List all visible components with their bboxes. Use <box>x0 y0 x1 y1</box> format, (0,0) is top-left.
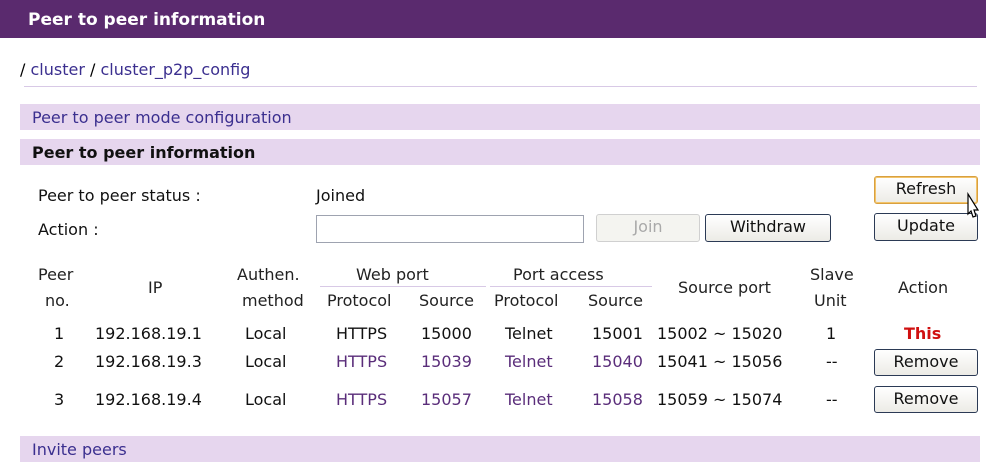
header-port-access-underline <box>490 286 652 287</box>
row1-auth: Local <box>245 324 287 343</box>
header-slave-2: Unit <box>814 291 847 310</box>
mouse-pointer-icon <box>967 192 980 218</box>
row3-web-protocol-link[interactable]: HTTPS <box>336 390 387 409</box>
section-p2p-info-label: Peer to peer information <box>32 143 256 162</box>
join-button[interactable]: Join <box>596 214 700 242</box>
header-action: Action <box>898 278 949 297</box>
row3-ip: 192.168.19.4 <box>95 390 202 409</box>
header-web-source: Source <box>419 291 474 310</box>
page-title: Peer to peer information <box>28 10 266 30</box>
header-ip: IP <box>148 278 163 297</box>
header-peer-no-2: no. <box>45 291 70 310</box>
section-p2p-mode-config[interactable]: Peer to peer mode configuration <box>20 104 980 130</box>
row2-source-port: 15041 ~ 15056 <box>657 352 783 371</box>
action-label: Action : <box>38 220 99 239</box>
row2-web-source-link[interactable]: 15039 <box>421 352 472 371</box>
action-input[interactable] <box>316 215 584 243</box>
row3-peer-no: 3 <box>54 390 65 409</box>
p2p-status-label: Peer to peer status : <box>38 186 201 205</box>
header-web-port-underline <box>320 286 486 287</box>
row2-peer-no: 2 <box>54 352 65 371</box>
breadcrumb-separator: / <box>20 60 26 79</box>
row1-web-protocol: HTTPS <box>336 324 388 343</box>
header-port-access: Port access <box>513 265 604 284</box>
header-pa-source: Source <box>588 291 643 310</box>
row3-web-source-link[interactable]: 15057 <box>421 390 472 409</box>
section-p2p-info: Peer to peer information <box>20 139 980 165</box>
title-bar: Peer to peer information <box>0 0 986 38</box>
row1-slave: 1 <box>826 324 837 343</box>
breadcrumb-cluster-link[interactable]: cluster <box>30 60 84 79</box>
row1-action-this: This <box>904 324 942 343</box>
breadcrumb-p2p-config-link[interactable]: cluster_p2p_config <box>100 60 250 79</box>
row3-remove-button[interactable]: Remove <box>874 386 978 413</box>
header-web-port: Web port <box>356 265 429 284</box>
row1-web-source: 15000 <box>421 324 472 343</box>
p2p-status-value: Joined <box>316 186 366 205</box>
row3-pa-protocol-link[interactable]: Telnet <box>505 390 553 409</box>
row3-slave: -- <box>826 390 838 409</box>
header-slave: Slave <box>810 265 854 284</box>
row3-source-port: 15059 ~ 15074 <box>657 390 783 409</box>
breadcrumb: / cluster / cluster_p2p_config <box>20 60 250 79</box>
row2-remove-button[interactable]: Remove <box>874 349 978 376</box>
row1-peer-no: 1 <box>54 324 65 343</box>
row1-pa-protocol: Telnet <box>505 324 553 343</box>
section-p2p-mode-config-label: Peer to peer mode configuration <box>32 108 292 127</box>
header-web-protocol: Protocol <box>327 291 392 310</box>
row2-slave: -- <box>826 352 838 371</box>
header-authen: Authen. <box>237 265 300 284</box>
header-authen-2: method <box>242 291 304 310</box>
row2-web-protocol-link[interactable]: HTTPS <box>336 352 387 371</box>
section-invite-peers[interactable]: Invite peers <box>20 436 980 462</box>
header-source-port: Source port <box>678 278 771 297</box>
row2-auth: Local <box>245 352 287 371</box>
row1-pa-source: 15001 <box>592 324 643 343</box>
row3-auth: Local <box>245 390 287 409</box>
row2-pa-source-link[interactable]: 15040 <box>592 352 643 371</box>
header-peer-no: Peer <box>38 265 74 284</box>
row1-source-port: 15002 ~ 15020 <box>657 324 783 343</box>
breadcrumb-divider <box>24 86 977 87</box>
header-pa-protocol: Protocol <box>494 291 559 310</box>
withdraw-button[interactable]: Withdraw <box>705 214 831 242</box>
row3-pa-source-link[interactable]: 15058 <box>592 390 643 409</box>
row2-pa-protocol-link[interactable]: Telnet <box>505 352 553 371</box>
breadcrumb-separator: / <box>90 60 96 79</box>
section-invite-peers-label: Invite peers <box>32 440 127 459</box>
row2-ip: 192.168.19.3 <box>95 352 202 371</box>
row1-ip: 192.168.19.1 <box>95 324 202 343</box>
